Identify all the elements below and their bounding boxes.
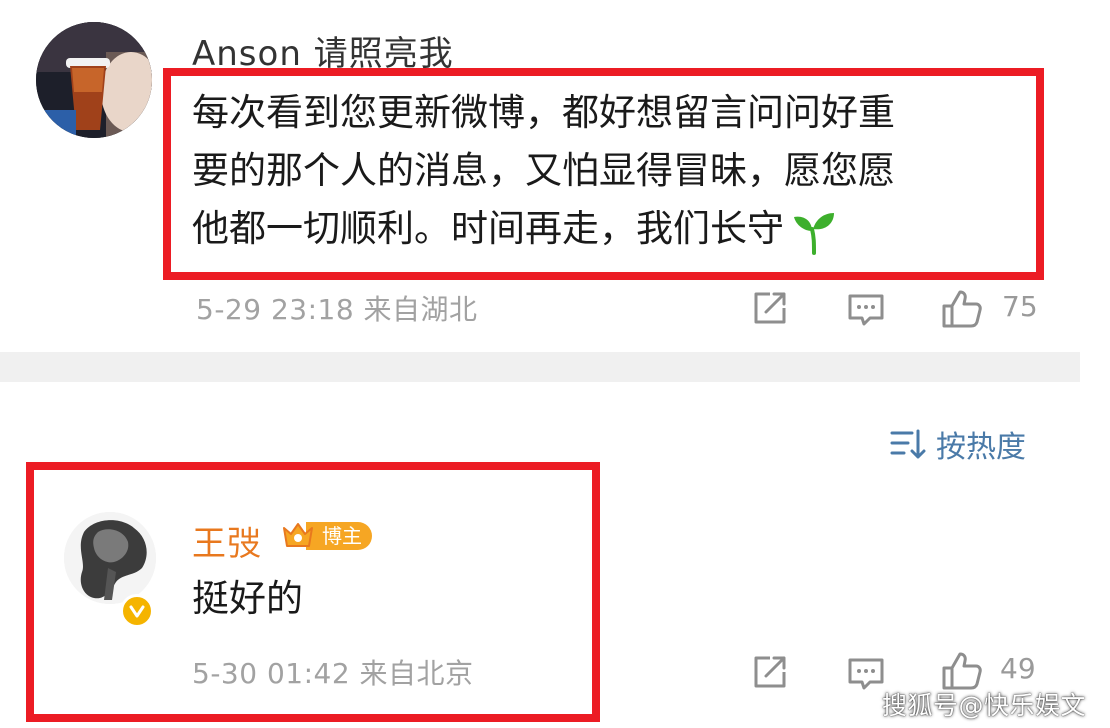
comment-text-line-content: 他都一切顺利。时间再走，我们长守 bbox=[192, 207, 784, 250]
share-icon[interactable] bbox=[750, 652, 790, 692]
sort-button[interactable]: 按热度 bbox=[888, 424, 1026, 465]
sort-label: 按热度 bbox=[936, 430, 1026, 465]
username[interactable]: 王弢 bbox=[192, 516, 262, 565]
blogger-badge: 博主 bbox=[280, 518, 372, 554]
like-icon[interactable] bbox=[940, 286, 984, 330]
comment-text-line: 要的那个人的消息，又怕显得冒昧，愿您愿 bbox=[192, 149, 895, 192]
comment-text-line: 每次看到您更新微博，都好想留言问问好重 bbox=[192, 91, 895, 134]
comment-text: 每次看到您更新微博，都好想留言问问好重 要的那个人的消息，又怕显得冒昧，愿您愿 … bbox=[192, 84, 895, 258]
crown-icon bbox=[280, 518, 316, 554]
comment-meta: 5-30 01:42 来自北京 bbox=[192, 657, 474, 690]
like-count: 49 bbox=[1000, 652, 1036, 685]
share-icon[interactable] bbox=[750, 288, 790, 328]
watermark: 搜狐号@快乐娱文 bbox=[881, 691, 1086, 720]
avatar[interactable] bbox=[36, 22, 152, 138]
avatar[interactable] bbox=[64, 512, 156, 604]
comment-icon[interactable] bbox=[846, 290, 886, 330]
section-divider bbox=[0, 352, 1080, 382]
comment-text: 挺好的 bbox=[192, 577, 303, 620]
sort-lines-icon bbox=[888, 425, 926, 463]
comment-icon[interactable] bbox=[846, 654, 886, 694]
like-count: 75 bbox=[1002, 290, 1038, 323]
avatar-photo bbox=[64, 512, 156, 604]
verified-badge-icon bbox=[120, 594, 154, 628]
comment-text-line: 他都一切顺利。时间再走，我们长守 bbox=[192, 200, 895, 258]
comment-meta: 5-29 23:18 来自湖北 bbox=[196, 293, 478, 326]
avatar-photo bbox=[36, 22, 152, 138]
seedling-icon bbox=[790, 207, 838, 255]
weibo-comments-screenshot: Anson 请照亮我 每次看到您更新微博，都好想留言问问好重 要的那个人的消息，… bbox=[0, 0, 1110, 728]
